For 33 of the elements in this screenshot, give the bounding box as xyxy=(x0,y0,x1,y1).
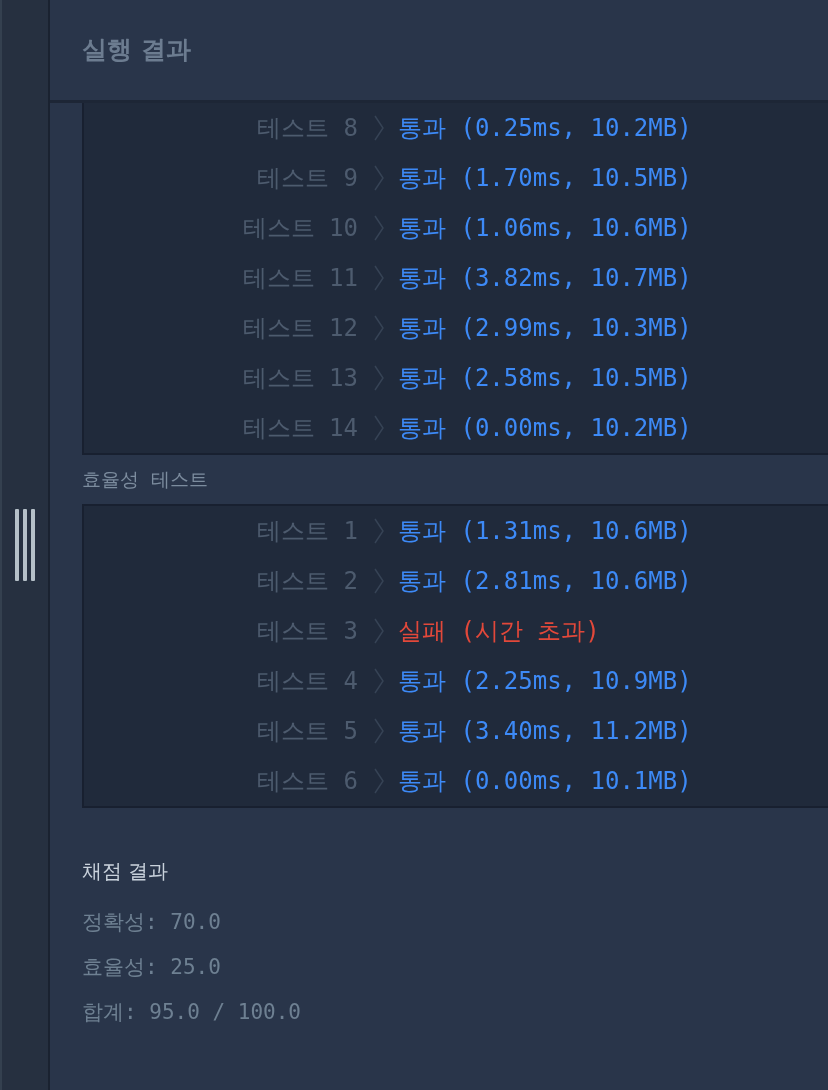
score-line: 효율성: 25.0 xyxy=(82,953,222,981)
test-result: 통과 (3.40ms, 11.2MB) xyxy=(398,715,692,747)
test-result: 통과 (2.58ms, 10.5MB) xyxy=(398,363,692,394)
test-result: 실패 (시간 초과) xyxy=(398,615,600,647)
score-line: 합계: 95.0 / 100.0 xyxy=(82,998,302,1026)
chevron-icon xyxy=(374,265,384,291)
test-result: 통과 (3.82ms, 10.7MB) xyxy=(398,263,692,294)
chevron-icon xyxy=(374,165,384,191)
chevron-icon xyxy=(374,767,384,794)
test-result: 통과 (1.06ms, 10.6MB) xyxy=(398,213,692,244)
chevron-icon xyxy=(374,115,384,141)
test-result: 통과 (1.31ms, 10.6MB) xyxy=(398,515,692,547)
test-result: 통과 (2.81ms, 10.6MB) xyxy=(398,565,692,597)
test-result: 통과 (0.00ms, 10.1MB) xyxy=(398,765,692,797)
score-line: 정확성: 70.0 xyxy=(82,908,222,936)
chevron-icon xyxy=(374,567,384,594)
chevron-icon xyxy=(374,215,384,241)
chevron-icon xyxy=(374,415,384,441)
drag-handle-icon[interactable] xyxy=(15,509,35,581)
grading-title: 채점 결과 xyxy=(82,857,170,885)
test-result: 통과 (2.25ms, 10.9MB) xyxy=(398,665,692,697)
chevron-icon xyxy=(374,617,384,644)
test-result: 통과 (0.00ms, 10.2MB) xyxy=(398,413,692,444)
test-result: 통과 (2.99ms, 10.3MB) xyxy=(398,313,692,344)
section-heading: 효율성 테스트 xyxy=(82,467,210,492)
test-result: 통과 (1.70ms, 10.5MB) xyxy=(398,163,692,194)
test-result: 통과 (0.25ms, 10.2MB) xyxy=(398,113,692,144)
chevron-icon xyxy=(374,315,384,341)
chevron-icon xyxy=(374,365,384,391)
chevron-icon xyxy=(374,717,384,744)
chevron-icon xyxy=(374,517,384,544)
chevron-icon xyxy=(374,667,384,694)
panel-title: 실행 결과 xyxy=(82,34,191,67)
